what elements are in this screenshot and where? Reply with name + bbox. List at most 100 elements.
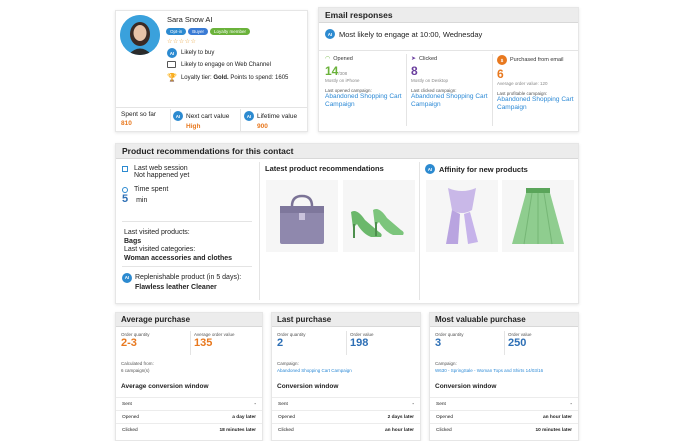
loyalty-tier: Gold. <box>213 74 229 81</box>
campaign-link[interactable]: Abandoned Shopping Cart Campaign <box>325 93 405 109</box>
email-responses-card: Email responses AI Most likely to engage… <box>318 7 579 132</box>
window-title: Average conversion window <box>121 383 209 390</box>
replenish-block: AI Replenishable product (in 5 days): Fl… <box>122 273 241 293</box>
order-value: Order value 198 <box>350 332 374 349</box>
ai-badge-icon: AI <box>425 164 435 174</box>
stat-label: Next cart value <box>186 112 230 120</box>
product-image-skirt[interactable] <box>502 180 574 252</box>
wifi-icon: ◠ <box>325 56 331 62</box>
visited-products-label: Last visited products: <box>124 229 190 236</box>
order-quantity: Order quantity 2-3 <box>121 332 150 349</box>
table-row: Opened 2 days later <box>272 410 420 423</box>
time-spent-value: 5 <box>122 193 129 205</box>
dollar-icon: $ <box>497 55 507 65</box>
row-label: Opened <box>278 414 296 420</box>
channel-row: Likely to engage on Web Channel <box>167 61 271 68</box>
row-label: Sent <box>122 401 132 407</box>
metric-label: Clicked <box>419 55 438 62</box>
ai-badge-icon: AI <box>167 48 177 58</box>
extra-label: Campaign: <box>435 361 457 366</box>
metric-label: Purchased from email <box>510 57 564 63</box>
metric-note: Mostly on iPhone <box>325 78 360 83</box>
window-title: Conversion window <box>277 383 339 390</box>
trophy-icon: 🏆 <box>167 73 177 82</box>
table-row: Clicked an hour later <box>272 423 420 436</box>
table-row: Sent - <box>272 397 420 410</box>
loyalty-row: 🏆 Loyalty tier: Gold. Points to spend: 1… <box>167 73 288 82</box>
row-value: - <box>570 401 572 407</box>
contact-name: Sara Snow AI <box>167 15 213 24</box>
metric-note: Average order value: 120 <box>497 81 548 86</box>
divider <box>419 162 420 300</box>
last-session-label: Last web session <box>134 165 188 172</box>
cursor-icon: ➤ <box>411 56 417 62</box>
visited-block: Last visited products: Bags Last visited… <box>124 229 232 263</box>
stat-label: Lifetime value <box>257 112 298 120</box>
order-value-value: 250 <box>508 337 527 349</box>
order-value-value: 198 <box>350 337 369 349</box>
engage-row: AI Most likely to engage at 10:00, Wedne… <box>325 29 482 39</box>
divider <box>122 221 252 222</box>
product-image-bag[interactable] <box>266 180 338 252</box>
stat-next-cart: AI Next cart value High <box>173 111 241 130</box>
likely-to-buy-row: AI Likely to buy <box>167 48 214 58</box>
most-valuable-purchase-card: Most valuable purchase Order quantity 3 … <box>429 312 579 441</box>
replenish-label: Replenishable product (in 5 days): <box>135 274 242 281</box>
divider <box>116 107 307 108</box>
table-row: Opened a day later <box>116 410 262 423</box>
table-row: Sent - <box>116 397 262 410</box>
row-label: Sent <box>436 401 446 407</box>
row-label: Opened <box>122 414 140 420</box>
visited-categories-label: Last visited categories: <box>124 246 196 253</box>
divider <box>122 266 252 267</box>
campaign-link[interactable]: W630 - SpringSale - Woman Tops and Shirt… <box>435 368 543 373</box>
row-value: a day later <box>232 414 256 420</box>
stat-value: High <box>186 123 201 130</box>
row-value: - <box>412 401 414 407</box>
affinity-header: AI Affinity for new products <box>425 164 528 174</box>
divider <box>504 331 505 355</box>
tag-list: Opt-in Buyer Loyalty member <box>166 28 252 35</box>
row-value: an hour later <box>542 414 572 420</box>
table-row: Clicked 10 minutes later <box>430 423 578 436</box>
divider <box>492 54 493 126</box>
tag-loyalty-member[interactable]: Loyalty member <box>210 28 251 35</box>
divider <box>319 50 578 51</box>
campaign-link[interactable]: Abandoned Shopping Cart Campaign <box>277 368 352 373</box>
ai-badge-icon: AI <box>244 111 254 121</box>
extra-value: 6 campaign(s) <box>121 368 150 373</box>
section-title: Average purchase <box>116 313 262 327</box>
table-row: Clicked 18 minutes later <box>116 423 262 436</box>
stat-label: Spent so far <box>121 111 157 118</box>
metric-value: 14 <box>325 64 339 78</box>
order-quantity-value: 3 <box>435 337 442 349</box>
affinity-title: Affinity for new products <box>439 164 528 174</box>
metric-clicked: ➤ Clicked 8 Mostly on Desktop Last clicke… <box>411 55 491 109</box>
avatar <box>120 15 160 55</box>
extra-label: Calculated from: <box>121 361 154 366</box>
loyalty-prefix: Loyalty tier: <box>180 74 214 81</box>
ai-badge-icon: AI <box>122 273 132 283</box>
tag-buyer[interactable]: Buyer <box>188 28 209 35</box>
product-image-shoes[interactable] <box>343 180 415 252</box>
order-quantity: Order quantity 3 <box>435 332 464 349</box>
window-title: Conversion window <box>435 383 497 390</box>
profile-card: Sara Snow AI Opt-in Buyer Loyalty member… <box>115 10 308 132</box>
divider <box>346 331 347 355</box>
campaign-link[interactable]: Abandoned Shopping Cart Campaign <box>497 96 577 112</box>
section-title: Product recommendations for this contact <box>116 144 578 159</box>
row-value: 18 minutes later <box>219 427 256 433</box>
row-label: Sent <box>278 401 288 407</box>
web-session-block: Last web session Not happened yet Time s… <box>122 165 189 205</box>
order-quantity-value: 2 <box>277 337 284 349</box>
product-image-scarf[interactable] <box>426 180 498 252</box>
last-session-value: Not happened yet <box>134 172 190 179</box>
campaign-link[interactable]: Abandoned Shopping Cart Campaign <box>411 93 491 109</box>
visited-products-value: Bags <box>124 237 142 245</box>
order-value: Average order value 135 <box>194 332 234 349</box>
engage-text: Most likely to engage at 10:00, Wednesda… <box>339 29 483 39</box>
metric-value: 6 <box>497 67 504 81</box>
metric-label: Opened <box>333 55 353 62</box>
tag-opt-in[interactable]: Opt-in <box>166 28 187 35</box>
time-spent-label: Time spent <box>134 186 169 193</box>
